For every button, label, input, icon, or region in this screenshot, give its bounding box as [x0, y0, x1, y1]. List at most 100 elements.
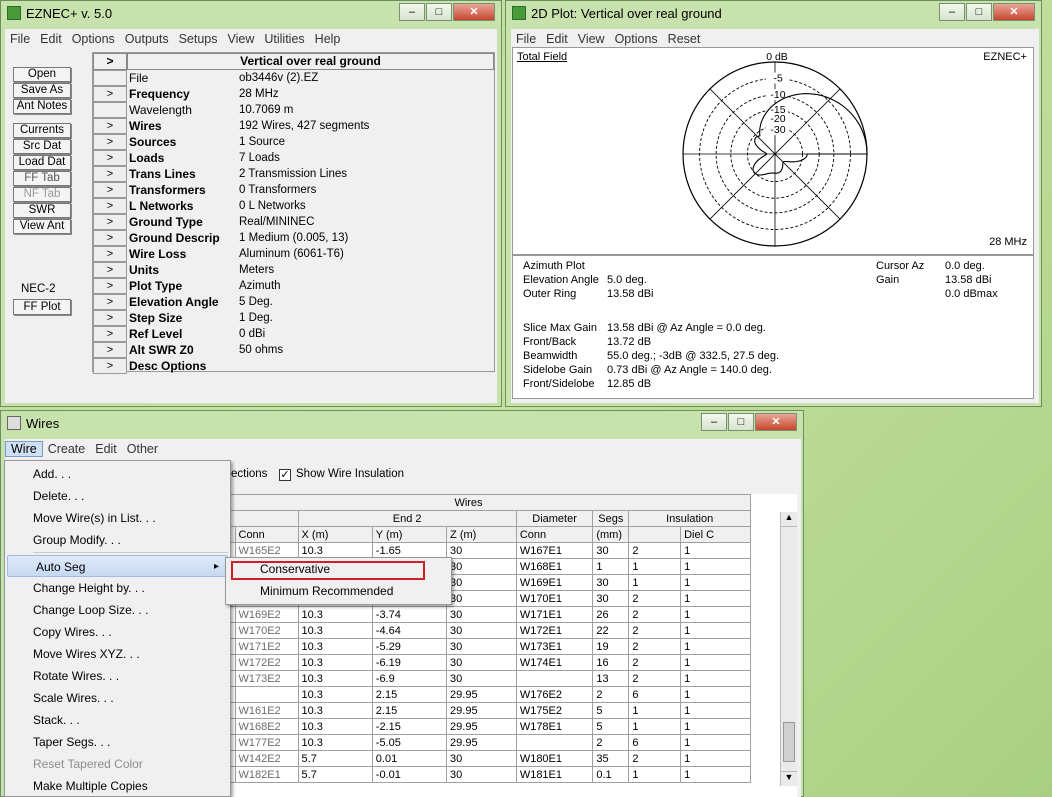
param-arrow-button[interactable]: > [93, 294, 127, 310]
param-arrow-button[interactable]: > [93, 310, 127, 326]
table-cell[interactable]: 29.95 [446, 686, 517, 703]
table-cell[interactable]: W174E1 [515, 654, 594, 671]
table-cell[interactable]: W170E1 [515, 590, 594, 607]
table-cell[interactable]: 1 [680, 718, 751, 735]
table-cell[interactable]: 1 [680, 766, 751, 783]
table-cell[interactable]: 1 [680, 670, 751, 687]
table-cell[interactable]: 1 [628, 718, 682, 735]
table-cell[interactable]: -6.9 [371, 670, 448, 687]
table-cell[interactable]: 30 [592, 590, 630, 607]
table-row[interactable]: W169E2 10.3 -3.74 30 W171E1 26 2 1 [231, 606, 751, 623]
table-cell[interactable]: 1 [628, 574, 682, 591]
param-row-l-networks[interactable]: > L Networks 0 L Networks [93, 198, 494, 214]
table-cell[interactable]: W167E1 [515, 542, 594, 559]
show-insulation-checkbox[interactable]: ✓ [279, 469, 291, 481]
table-cell[interactable]: 6 [628, 686, 682, 703]
table-cell[interactable]: 30 [446, 574, 517, 591]
table-cell[interactable]: 2 [628, 606, 682, 623]
menu-item-scale-wires[interactable]: Scale Wires. . . [5, 687, 230, 709]
plot-canvas[interactable]: Total Field EZNEC+ 28 MHz 0 dB -5 -10 -15 -2… [512, 47, 1034, 255]
param-row-wavelength[interactable]: Wavelength 10.7069 m [93, 102, 494, 118]
submenu-minimum-recommended[interactable]: Minimum Recommended [260, 584, 393, 598]
table-cell[interactable]: 1 [628, 702, 682, 719]
button-nf-tab[interactable]: NF Tab [13, 187, 71, 202]
param-row-elevation-angle[interactable]: > Elevation Angle 5 Deg. [93, 294, 494, 310]
wires-menu-other[interactable]: Other [122, 442, 163, 456]
table-cell[interactable]: 10.3 [297, 686, 373, 703]
table-cell[interactable]: 2.15 [371, 702, 448, 719]
table-row[interactable]: W170E2 10.3 -4.64 30 W172E1 22 2 1 [231, 622, 751, 639]
menu-item-make-multiple-copies[interactable]: Make Multiple Copies [5, 775, 230, 796]
table-cell[interactable]: 5.7 [297, 750, 373, 767]
param-row-plot-type[interactable]: > Plot Type Azimuth [93, 278, 494, 294]
param-row-trans-lines[interactable]: > Trans Lines 2 Transmission Lines [93, 166, 494, 182]
wires-menu-wire[interactable]: Wire [5, 441, 43, 457]
table-cell[interactable]: W171E1 [515, 606, 594, 623]
table-row[interactable]: W168E2 10.3 -2.15 29.95 W178E1 5 1 1 [231, 718, 751, 735]
wires-title-bar[interactable]: Wires – □ ✕ [1, 411, 803, 435]
table-cell[interactable]: 1 [680, 542, 751, 559]
wires-menu-create[interactable]: Create [43, 442, 91, 456]
table-cell[interactable]: 2 [628, 654, 682, 671]
table-cell[interactable]: W176E2 [515, 686, 594, 703]
scroll-up-arrow-icon[interactable]: ▲ [781, 512, 797, 527]
table-cell[interactable]: 29.95 [446, 734, 517, 751]
table-cell[interactable]: -0.01 [371, 766, 448, 783]
main-menu-options[interactable]: Options [67, 32, 120, 46]
main-menu-setups[interactable]: Setups [174, 32, 223, 46]
table-cell[interactable]: -5.29 [371, 638, 448, 655]
table-cell[interactable]: 1 [680, 654, 751, 671]
table-cell[interactable]: 2 [628, 750, 682, 767]
table-cell[interactable]: 30 [446, 654, 517, 671]
param-arrow-button[interactable]: > [93, 134, 127, 150]
param-arrow-button[interactable]: > [93, 262, 127, 278]
table-cell[interactable]: 5 [592, 718, 630, 735]
param-row-ground-descrip[interactable]: > Ground Descrip 1 Medium (0.005, 13) [93, 230, 494, 246]
table-cell[interactable]: -6.19 [371, 654, 448, 671]
menu-item-add[interactable]: Add. . . [5, 463, 230, 485]
menu-item-taper-segs[interactable]: Taper Segs. . . [5, 731, 230, 753]
table-cell[interactable]: 29.95 [446, 702, 517, 719]
scroll-down-arrow-icon[interactable]: ▼ [781, 771, 797, 786]
menu-item-stack[interactable]: Stack. . . [5, 709, 230, 731]
button-load-dat[interactable]: Load Dat [13, 155, 71, 170]
button-ant-notes[interactable]: Ant Notes [13, 99, 71, 114]
table-cell[interactable]: 30 [446, 638, 517, 655]
table-cell[interactable]: W172E2 [234, 654, 299, 671]
table-cell[interactable]: W178E1 [515, 718, 594, 735]
param-row-loads[interactable]: > Loads 7 Loads [93, 150, 494, 166]
table-cell[interactable]: 10.3 [297, 734, 373, 751]
table-row[interactable]: W161E2 10.3 2.15 29.95 W175E2 5 1 1 [231, 702, 751, 719]
param-row-ref-level[interactable]: > Ref Level 0 dBi [93, 326, 494, 342]
table-cell[interactable]: 30 [592, 542, 630, 559]
main-title-bar[interactable]: EZNEC+ v. 5.0 – □ ✕ [1, 1, 501, 25]
main-menu-utilities[interactable]: Utilities [259, 32, 309, 46]
table-row[interactable]: 10.3 2.15 29.95 W176E2 2 6 1 [231, 686, 751, 703]
table-row[interactable]: W173E2 10.3 -6.9 30 13 2 1 [231, 670, 751, 687]
table-cell[interactable]: 10.3 [297, 606, 373, 623]
table-cell[interactable] [234, 686, 299, 703]
menu-item-change-height-by[interactable]: Change Height by. . . [5, 577, 230, 599]
table-cell[interactable]: 2.15 [371, 686, 448, 703]
wires-menu-edit[interactable]: Edit [90, 442, 122, 456]
button-view-ant[interactable]: View Ant [13, 219, 71, 234]
menu-item-auto-seg[interactable]: Auto Seg ▸ [7, 555, 228, 577]
plot-menu-options[interactable]: Options [610, 32, 663, 46]
param-row-alt-swr-z0[interactable]: > Alt SWR Z0 50 ohms [93, 342, 494, 358]
table-cell[interactable]: W177E2 [234, 734, 299, 751]
maximize-button[interactable]: □ [728, 413, 754, 431]
param-row-sources[interactable]: > Sources 1 Source [93, 134, 494, 150]
maximize-button[interactable]: □ [966, 3, 992, 21]
table-row[interactable]: W177E2 10.3 -5.05 29.95 2 6 1 [231, 734, 751, 751]
param-arrow-button[interactable]: > [93, 278, 127, 294]
table-cell[interactable]: 1 [680, 590, 751, 607]
table-cell[interactable]: W169E1 [515, 574, 594, 591]
ff-plot-button[interactable]: FF Plot [13, 299, 71, 315]
table-row[interactable]: W142E2 5.7 0.01 30 W180E1 35 2 1 [231, 750, 751, 767]
table-cell[interactable]: 19 [592, 638, 630, 655]
table-cell[interactable]: 30 [592, 574, 630, 591]
table-cell[interactable]: 1 [592, 558, 630, 575]
table-cell[interactable]: 2 [628, 670, 682, 687]
table-row[interactable]: W171E2 10.3 -5.29 30 W173E1 19 2 1 [231, 638, 751, 655]
menu-item-move-wire-s-in-list[interactable]: Move Wire(s) in List. . . [5, 507, 230, 529]
